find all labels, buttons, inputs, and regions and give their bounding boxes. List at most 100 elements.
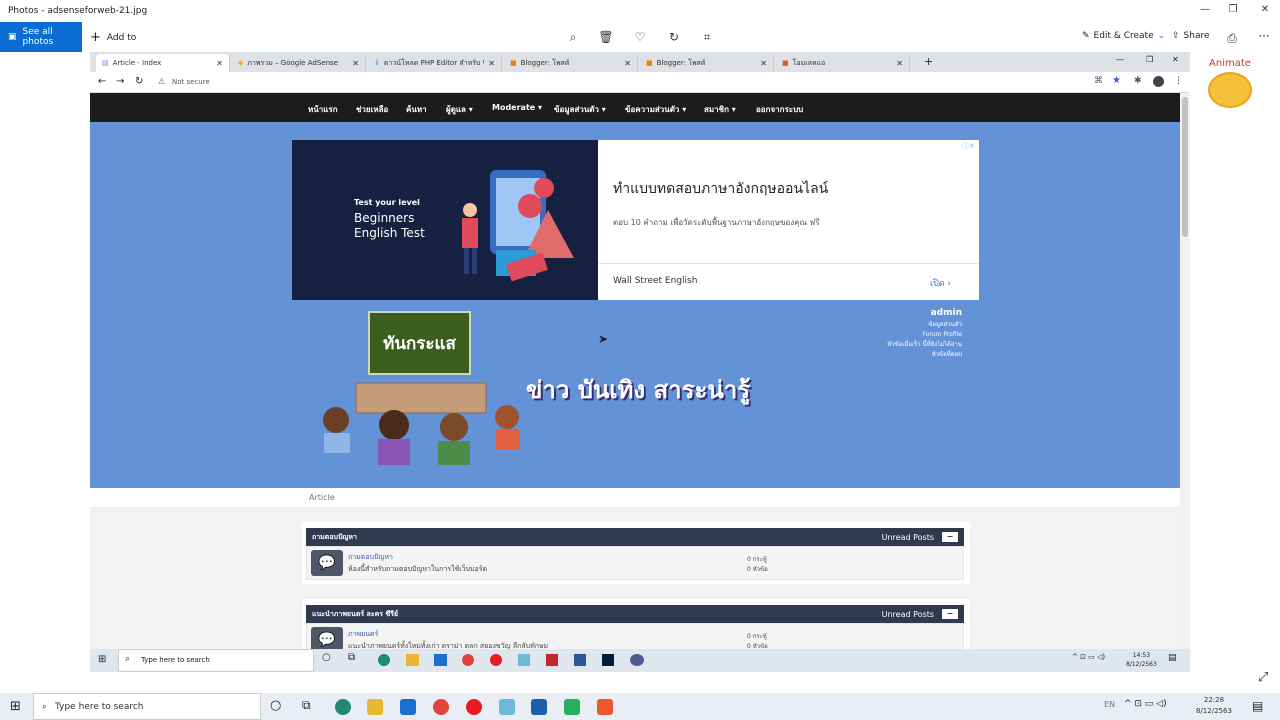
- user-link-profile[interactable]: ข้อมูลส่วนตัว: [810, 320, 962, 330]
- star-icon[interactable]: ★: [1112, 75, 1121, 86]
- translate-icon[interactable]: ⌘: [1094, 76, 1103, 86]
- print-icon[interactable]: ⎙: [1224, 31, 1240, 46]
- unread-posts-link[interactable]: Unread Posts: [882, 533, 934, 542]
- warning-icon[interactable]: ⚠: [158, 77, 165, 86]
- inner-filezilla-icon[interactable]: [546, 654, 558, 666]
- nav-moderate[interactable]: Moderate ▾: [492, 103, 542, 112]
- user-link-forum-profile[interactable]: Forum Profile: [810, 330, 962, 340]
- nav-admin[interactable]: ผู้ดูแล ▾: [446, 103, 473, 116]
- close-tab-icon[interactable]: ✕: [760, 59, 767, 68]
- board-row[interactable]: 💬 ถามตอบปัญหา ห้องนี้สำหรับถามตอบปัญหาใน…: [306, 546, 964, 580]
- collapse-icon[interactable]: −: [942, 609, 958, 619]
- tab-omelet[interactable]: ■ โอมเลทแอ ✕: [776, 54, 910, 72]
- minimize-icon[interactable]: —: [1190, 4, 1220, 15]
- expand-icon[interactable]: ⤢: [1258, 670, 1268, 685]
- tab-adsense[interactable]: ◆ ภาพรวม – Google AdSense ✕: [232, 54, 366, 72]
- category-title[interactable]: แนะนำภาพยนตร์ ละคร ซีรีย์: [312, 609, 398, 620]
- url-field[interactable]: Not secure: [172, 78, 210, 86]
- inner-php-icon[interactable]: [630, 654, 644, 666]
- nav-members[interactable]: สมาชิก ▾: [704, 103, 736, 116]
- browser-close-icon[interactable]: ✕: [1172, 55, 1179, 64]
- board-title[interactable]: ถามตอบปัญหา: [348, 552, 393, 563]
- rotate-icon[interactable]: ↻: [666, 30, 682, 44]
- category-title[interactable]: ถามตอบปัญหา: [312, 532, 357, 543]
- photos-app-icon[interactable]: [531, 699, 547, 715]
- app-icon[interactable]: [499, 699, 515, 715]
- tab-blogger-1[interactable]: ■ Blogger: โพสต์ ✕: [504, 54, 638, 72]
- add-to-button[interactable]: + Add to: [90, 30, 136, 45]
- inner-clock[interactable]: 14:53 8/12/2563: [1126, 651, 1157, 669]
- ad-cta-button[interactable]: เปิด ›: [930, 276, 951, 290]
- mail-icon[interactable]: [400, 699, 416, 715]
- nav-logout[interactable]: ออกจากระบบ: [756, 103, 803, 116]
- inner-tray-icons[interactable]: ^ ⊡ ▭ ◁): [1072, 653, 1105, 661]
- nav-search[interactable]: ค้นหา: [406, 103, 427, 116]
- inner-folder-icon[interactable]: [406, 654, 419, 666]
- crop-icon[interactable]: ⌗: [699, 30, 715, 45]
- opera-icon[interactable]: [466, 699, 482, 715]
- close-tab-icon[interactable]: ✕: [488, 59, 495, 68]
- ad-choices-icon[interactable]: ⓘ✕: [962, 141, 975, 151]
- more-button[interactable]: ···: [1256, 29, 1272, 43]
- system-tray-icons[interactable]: ^ ⊡ ▭ ◁): [1124, 699, 1167, 709]
- collapse-icon[interactable]: −: [942, 532, 958, 542]
- reload-icon[interactable]: ↻: [135, 76, 143, 87]
- breadcrumb-item[interactable]: Article: [309, 493, 335, 502]
- taskbar-clock[interactable]: 22:28 8/12/2563: [1196, 695, 1232, 717]
- cortana-icon[interactable]: ○: [270, 698, 281, 713]
- user-link-unread[interactable]: หัวข้อเมื่อเร็ว นี้ที่ยังไม่ได้อ่าน: [810, 340, 962, 350]
- inner-chrome-icon[interactable]: [462, 654, 474, 666]
- edge-icon[interactable]: [335, 699, 351, 715]
- page-scrollbar[interactable]: [1180, 93, 1190, 672]
- close-tab-icon[interactable]: ✕: [624, 59, 631, 68]
- nav-home[interactable]: หน้าแรก: [308, 103, 338, 116]
- inner-start-icon[interactable]: ⊞: [98, 654, 106, 665]
- notification-icon[interactable]: ▤: [1252, 699, 1263, 713]
- user-name[interactable]: admin: [850, 308, 962, 318]
- animate-panel[interactable]: Animate: [1196, 58, 1264, 108]
- unread-posts-link[interactable]: Unread Posts: [882, 610, 934, 619]
- inner-notification-icon[interactable]: ▤: [1168, 653, 1177, 663]
- start-icon[interactable]: ⊞: [10, 699, 21, 714]
- inner-mail-icon[interactable]: [434, 654, 447, 666]
- avatar[interactable]: [1153, 76, 1164, 87]
- inner-opera-icon[interactable]: [490, 654, 502, 666]
- recorder-icon[interactable]: [597, 699, 613, 715]
- user-link-replies[interactable]: หัวข้อที่ตอบ: [810, 350, 962, 360]
- close-icon[interactable]: ✕: [1250, 4, 1280, 15]
- tab-blogger-2[interactable]: ■ Blogger: โพสต์ ✕: [640, 54, 774, 72]
- nav-messages[interactable]: ข้อความส่วนตัว ▾: [625, 103, 686, 116]
- tab-php-editor[interactable]: ⇓ ดาวน์โหลด PHP Editor สำหรับ Wind ✕: [368, 54, 502, 72]
- inner-edge-icon[interactable]: [378, 654, 390, 666]
- favorite-icon[interactable]: ♡: [632, 30, 648, 44]
- menu-icon[interactable]: ⋮: [1174, 76, 1183, 86]
- maximize-icon[interactable]: ❐: [1218, 4, 1248, 15]
- close-tab-icon[interactable]: ✕: [216, 59, 223, 68]
- taskbar-search[interactable]: ⌕ Type here to search: [33, 693, 261, 720]
- browser-minimize-icon[interactable]: —: [1116, 55, 1124, 64]
- forward-icon[interactable]: →: [116, 76, 124, 87]
- back-icon[interactable]: ←: [98, 76, 106, 87]
- inner-cortana-icon[interactable]: ○: [322, 652, 331, 663]
- camtasia-icon[interactable]: [564, 699, 580, 715]
- ad-headline[interactable]: ทำแบบทดสอบภาษาอังกฤษออนไลน์: [613, 178, 828, 200]
- keyboard-language[interactable]: EN: [1104, 700, 1115, 709]
- share-button[interactable]: ⇪ Share: [1172, 31, 1210, 41]
- close-tab-icon[interactable]: ✕: [896, 59, 903, 68]
- new-tab-icon[interactable]: +: [924, 55, 933, 68]
- inner-word-icon[interactable]: [574, 654, 586, 666]
- inner-photoshop-icon[interactable]: [602, 654, 614, 666]
- zoom-icon[interactable]: ⌕: [565, 30, 581, 45]
- file-explorer-icon[interactable]: [367, 699, 383, 715]
- see-all-photos-button[interactable]: ▣ See all photos: [0, 22, 82, 52]
- nav-help[interactable]: ช่วยเหลือ: [356, 103, 388, 116]
- scrollbar-thumb[interactable]: [1182, 97, 1188, 237]
- board-title[interactable]: ภาพยนตร์: [348, 629, 378, 640]
- extensions-icon[interactable]: ✱: [1134, 76, 1142, 86]
- chrome-icon[interactable]: [433, 699, 449, 715]
- tab-article-index[interactable]: ▤ Article - Index ✕: [96, 54, 230, 72]
- inner-search[interactable]: ⌕ Type here to search: [118, 649, 314, 672]
- delete-icon[interactable]: 🗑: [598, 30, 614, 44]
- nav-profile[interactable]: ข้อมูลส่วนตัว ▾: [554, 103, 606, 116]
- edit-create-button[interactable]: ✎ Edit & Create ⌄: [1082, 31, 1165, 41]
